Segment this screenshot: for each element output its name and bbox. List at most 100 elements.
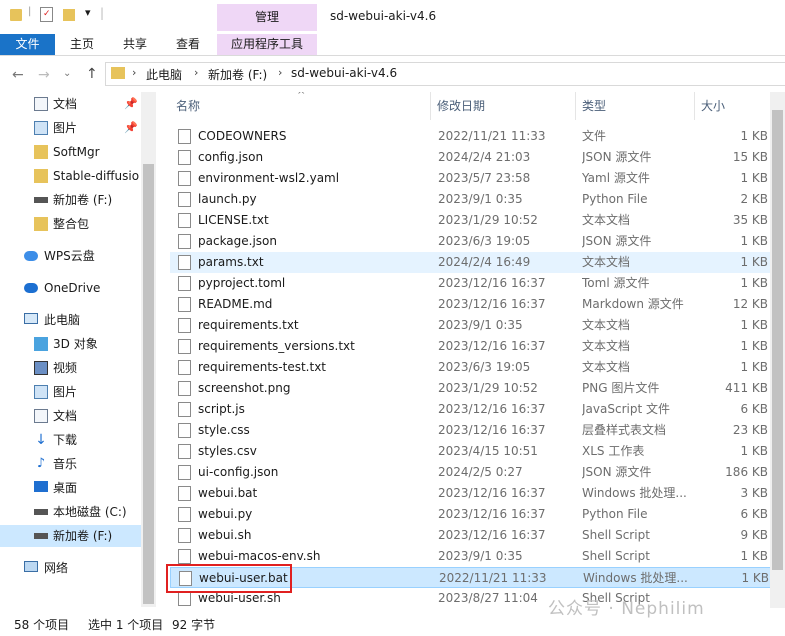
column-header-date[interactable]: 修改日期 [431,92,576,120]
folder-icon[interactable] [10,9,22,21]
file-row[interactable]: package.json 2023/6/3 19:05 JSON 源文件 1 KB [170,231,772,252]
file-date: 2023/12/16 16:37 [438,507,546,521]
file-icon [178,318,191,333]
tab-share[interactable]: 共享 [115,34,155,55]
file-name: webui.sh [198,528,252,542]
drive-icon [34,509,48,515]
file-icon [178,255,191,270]
nav-item-3d-objects[interactable]: 3D 对象 [0,333,140,355]
nav-item-drive-f-selected[interactable]: 新加卷 (F:) [0,525,141,547]
file-row[interactable]: params.txt 2024/2/4 16:49 文本文档 1 KB [170,252,772,273]
nav-item-bundle[interactable]: 整合包 [0,213,140,235]
recent-dropdown-icon[interactable]: ⌄ [63,68,71,79]
nav-item-documents[interactable]: 文档 📌 [0,93,140,115]
file-date: 2023/9/1 0:35 [438,549,523,563]
nav-item-pictures-pc[interactable]: 图片 [0,381,140,403]
file-type: JSON 源文件 [582,465,652,479]
nav-scrollbar-thumb[interactable] [143,164,154,604]
file-date: 2023/1/29 10:52 [438,213,538,227]
nav-item-videos[interactable]: 视频 [0,357,140,379]
file-row[interactable]: config.json 2024/2/4 21:03 JSON 源文件 15 KB [170,147,772,168]
pin-icon[interactable]: 📌 [124,117,138,139]
tab-view[interactable]: 查看 [168,34,208,55]
forward-icon[interactable]: → [38,67,50,83]
nav-label: 桌面 [53,481,78,495]
quick-access-dropdown-icon[interactable]: ▾ [85,6,91,19]
nav-label: 视频 [53,361,78,375]
breadcrumb-this-pc[interactable]: 此电脑 [146,66,182,83]
file-row[interactable]: launch.py 2023/9/1 0:35 Python File 2 KB [170,189,772,210]
nav-item-drive-f[interactable]: 新加卷 (F:) [0,189,140,211]
file-size: 411 KB [725,381,768,395]
properties-icon[interactable]: ✓ [40,7,53,22]
tab-home[interactable]: 主页 [62,34,102,55]
nav-item-network[interactable]: 网络 [0,557,140,579]
file-row[interactable]: requirements.txt 2023/9/1 0:35 文本文档 1 KB [170,315,772,336]
onedrive-icon [24,283,38,293]
file-icon [178,171,191,186]
file-row[interactable]: requirements-test.txt 2023/6/3 19:05 文本文档 1… [170,357,772,378]
file-name: README.md [198,297,273,311]
nav-item-music[interactable]: ♪ 音乐 [0,453,140,475]
file-type: Shell Script [582,549,650,563]
file-row[interactable]: screenshot.png 2023/1/29 10:52 PNG 图片文件 411… [170,378,772,399]
up-icon[interactable]: ↑ [86,66,98,82]
file-row[interactable]: style.css 2023/12/16 16:37 层叠样式表文档 23 KB [170,420,772,441]
new-folder-icon[interactable] [63,9,75,21]
file-row[interactable]: webui.bat 2023/12/16 16:37 Windows 批处理... 3… [170,483,772,504]
nav-item-downloads[interactable]: ↓ 下载 [0,429,140,451]
file-row[interactable]: script.js 2023/12/16 16:37 JavaScript 文件 6 … [170,399,772,420]
breadcrumb-current-folder[interactable]: sd-webui-aki-v4.6 [291,66,397,80]
desktop-icon [34,481,48,492]
column-header-size[interactable]: 大小 [695,92,773,120]
back-icon[interactable]: ← [12,67,24,83]
file-name: styles.csv [198,444,257,458]
file-date: 2022/11/21 11:33 [439,571,547,585]
file-row[interactable]: LICENSE.txt 2023/1/29 10:52 文本文档 35 KB [170,210,772,231]
folder-icon [34,217,48,231]
nav-item-stable-diffusion[interactable]: Stable-diffusion [0,165,140,187]
file-type: Markdown 源文件 [582,297,684,311]
nav-item-softmgr[interactable]: SoftMgr [0,141,140,163]
breadcrumb-drive-f[interactable]: 新加卷 (F:) [208,66,267,83]
file-row[interactable]: requirements_versions.txt 2023/12/16 16:3… [170,336,772,357]
file-type: 文本文档 [582,213,631,227]
nav-label: 音乐 [53,457,78,471]
file-row[interactable]: environment-wsl2.yaml 2023/5/7 23:58 Yaml … [170,168,772,189]
computer-icon [24,313,38,324]
file-type: XLS 工作表 [582,444,645,458]
nav-item-desktop[interactable]: 桌面 [0,477,140,499]
file-list-scrollbar-thumb[interactable] [772,110,783,570]
nav-item-wps-cloud[interactable]: WPS云盘 [0,245,140,267]
nav-item-documents-pc[interactable]: 文档 [0,405,140,427]
file-row[interactable]: CODEOWNERS 2022/11/21 11:33 文件 1 KB [170,126,772,147]
file-row[interactable]: webui.py 2023/12/16 16:37 Python File 6 KB [170,504,772,525]
file-row[interactable]: styles.csv 2023/4/15 10:51 XLS 工作表 1 KB [170,441,772,462]
tab-app-tools[interactable]: 应用程序工具 [217,34,317,55]
pin-icon[interactable]: 📌 [124,93,138,115]
file-name: requirements-test.txt [198,360,326,374]
file-row[interactable]: README.md 2023/12/16 16:37 Markdown 源文件 12 … [170,294,772,315]
file-type: Yaml 源文件 [582,171,650,185]
download-icon: ↓ [35,432,47,448]
file-size: 1 KB [740,276,768,290]
manage-context-tab[interactable]: 管理 [217,4,317,31]
file-type: JSON 源文件 [582,150,652,164]
nav-label: 新加卷 (F:) [53,529,113,543]
nav-item-pictures[interactable]: 图片 📌 [0,117,140,139]
file-row[interactable]: pyproject.toml 2023/12/16 16:37 Toml 源文件 1 … [170,273,772,294]
sort-ascending-icon: ^ [297,92,306,101]
file-row[interactable]: ui-config.json 2024/2/5 0:27 JSON 源文件 186 K… [170,462,772,483]
file-size: 1 KB [740,549,768,563]
file-size: 15 KB [732,150,768,164]
nav-item-onedrive[interactable]: OneDrive [0,277,140,299]
file-type: 文本文档 [582,255,631,269]
highlight-annotation-box [166,564,292,593]
address-bar[interactable] [105,62,785,86]
nav-item-drive-c[interactable]: 本地磁盘 (C:) [0,501,140,523]
column-header-type[interactable]: 类型 [576,92,695,120]
file-row[interactable]: webui.sh 2023/12/16 16:37 Shell Script 9 KB [170,525,772,546]
tab-file[interactable]: 文件 [0,34,55,55]
file-date: 2023/12/16 16:37 [438,339,546,353]
nav-item-this-pc[interactable]: 此电脑 [0,309,140,331]
